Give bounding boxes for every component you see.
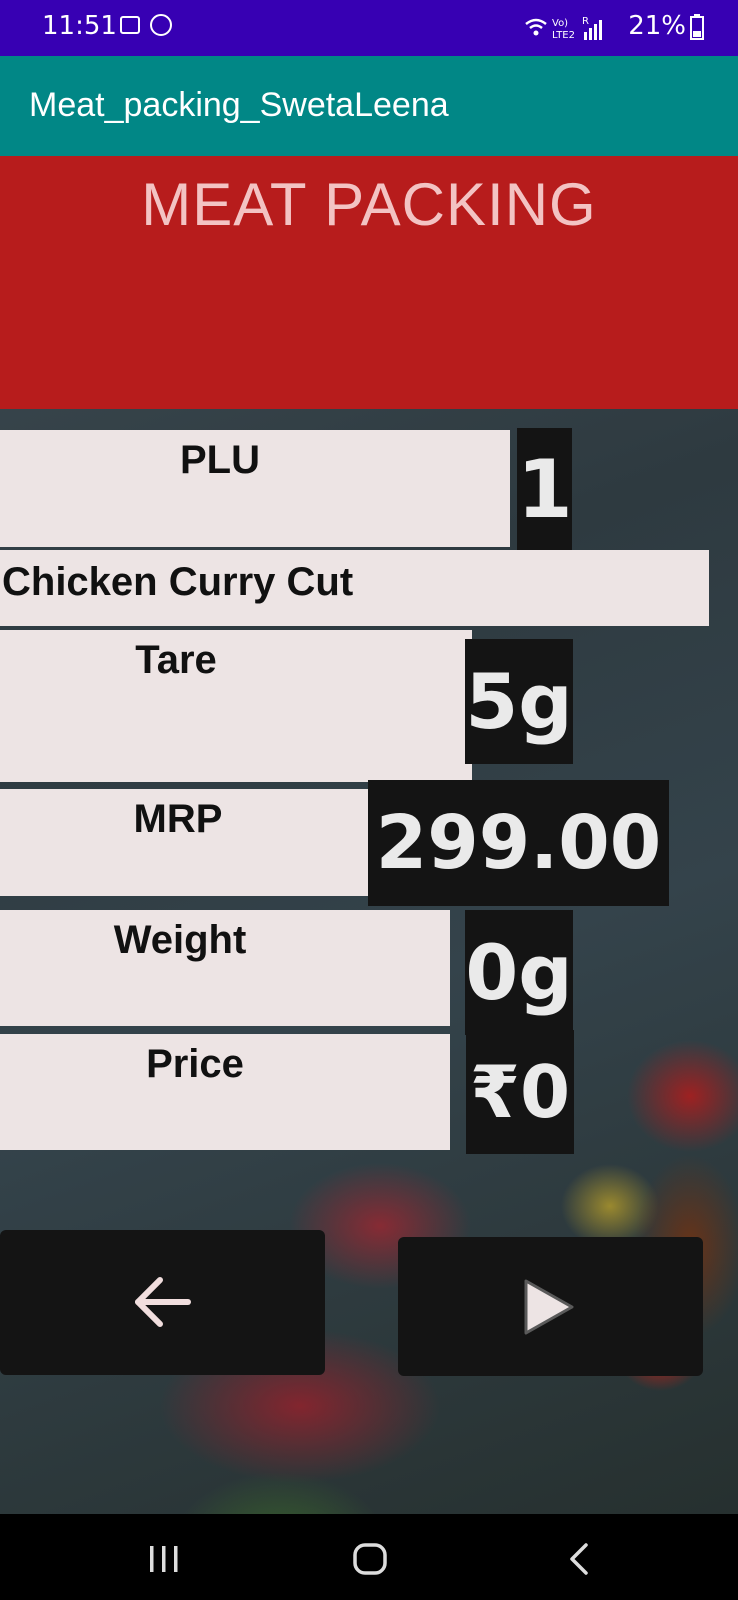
status-bar: 11:51 Vo) LTE2 R 21% (0, 0, 738, 56)
status-time: 11:51 (42, 11, 117, 41)
gallery-icon (120, 16, 140, 34)
svg-text:R: R (582, 16, 589, 27)
page-title: MEAT PACKING (141, 171, 597, 238)
mrp-value: 299.00 (368, 780, 669, 906)
weight-label: Weight (113, 918, 247, 962)
home-icon[interactable] (352, 1542, 388, 1576)
app-title: Meat_packing_SwetaLeena (29, 86, 449, 124)
battery-icon (690, 14, 704, 40)
battery-percent: 21% (628, 11, 686, 41)
back-icon[interactable] (566, 1542, 592, 1576)
product-name: Chicken Curry Cut (2, 560, 354, 604)
weight-label-box: Weight (0, 910, 450, 1026)
tare-value: 5g (465, 639, 573, 764)
back-button[interactable] (0, 1230, 325, 1375)
app-bar: Meat_packing_SwetaLeena (0, 56, 738, 156)
weight-value: 0g (465, 910, 573, 1035)
tare-label-box: Tare (0, 630, 472, 782)
recents-icon[interactable] (147, 1544, 181, 1574)
header-banner: MEAT PACKING (0, 156, 738, 409)
mrp-label-box: MRP (0, 789, 376, 896)
tare-label: Tare (135, 638, 217, 682)
plu-value: 1 (517, 428, 572, 552)
svg-text:LTE2: LTE2 (552, 30, 575, 41)
price-label: Price (146, 1042, 244, 1086)
screen: 11:51 Vo) LTE2 R 21% Meat_packing_SwetaL… (0, 0, 738, 1600)
plu-label: PLU (180, 438, 260, 482)
plu-label-box: PLU (0, 430, 510, 547)
product-name-box: Chicken Curry Cut (0, 550, 709, 626)
signal-icon: Vo) LTE2 R (525, 16, 602, 41)
price-label-box: Price (0, 1034, 450, 1150)
whatsapp-icon (150, 14, 172, 36)
mrp-label: MRP (133, 797, 223, 841)
play-icon (524, 1279, 574, 1335)
svg-text:Vo): Vo) (552, 18, 568, 29)
content-area: MEAT PACKING PLU 1 Chicken Curry Cut Tar… (0, 156, 738, 1514)
price-value: ₹0 (466, 1030, 574, 1154)
nav-bar (0, 1514, 738, 1600)
next-button[interactable] (398, 1237, 703, 1376)
arrow-left-icon (135, 1277, 191, 1327)
